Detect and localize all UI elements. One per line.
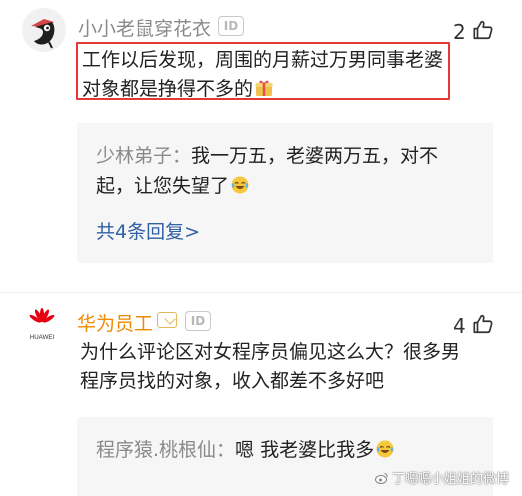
avatar[interactable] [22, 8, 66, 52]
id-badge: ID [185, 311, 211, 331]
username[interactable]: 华为员工 [77, 309, 153, 336]
watermark-text: 丁嗯嗯小姐姐的微博 [392, 472, 510, 487]
like-count: 2 [453, 20, 466, 44]
watermark: 丁嗯嗯小姐姐的微博 [375, 468, 509, 487]
divider [0, 292, 522, 293]
comment-text: 工作以后发现，周围的月薪过万男同事老婆对象都是挣得不多的 [82, 46, 447, 104]
thumbs-up-icon[interactable] [472, 19, 494, 41]
reply-text: 程序猿.桃根仙：嗯 我老婆比我多 [96, 435, 456, 465]
view-replies-link[interactable]: 共4条回复> [96, 217, 200, 244]
huawei-logo-icon: HUAWEI [29, 308, 55, 341]
gift-emoji-icon [254, 78, 274, 98]
reply-author[interactable]: 程序猿.桃根仙： [96, 439, 235, 461]
id-badge: ID [218, 16, 244, 36]
username[interactable]: 小小老鼠穿花衣 [78, 14, 211, 41]
tears-of-joy-emoji-icon [375, 438, 395, 458]
comment-text: 为什么评论区对女程序员偏见这么大？很多男程序员找的对象，收入都差不多好吧 [80, 341, 461, 392]
huawei-logo-text: HUAWEI [30, 334, 55, 341]
reply-text: 少林弟子：我一万五，老婆两万五，对不起，让您失望了 [96, 141, 458, 201]
reply-author[interactable]: 少林弟子： [96, 145, 191, 167]
woodpecker-avatar-icon [22, 8, 66, 52]
thumbs-up-icon[interactable] [472, 313, 494, 335]
reply-content: 嗯 我老婆比我多 [235, 439, 375, 461]
verified-badge-icon [157, 312, 177, 328]
weibo-icon [375, 471, 389, 485]
like-count: 4 [453, 314, 466, 338]
avatar[interactable]: HUAWEI [25, 307, 59, 341]
tears-of-joy-emoji-icon [230, 174, 250, 194]
